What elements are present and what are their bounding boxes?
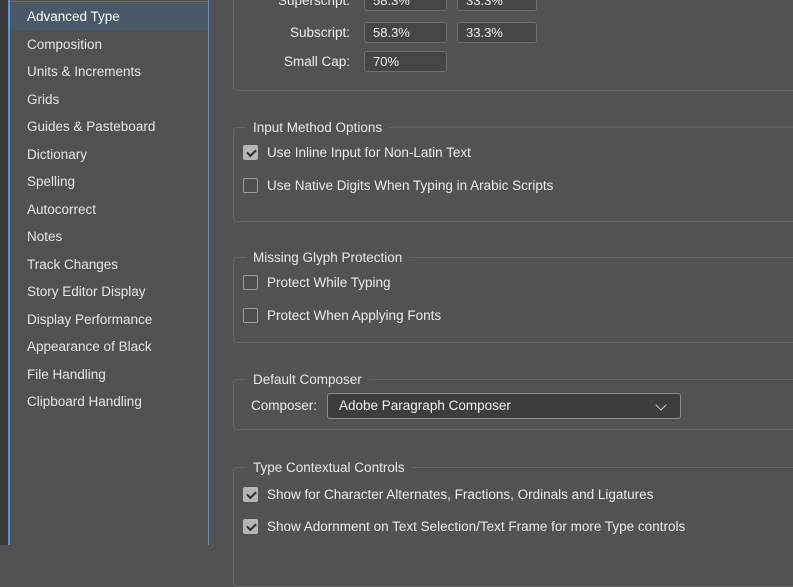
type-contextual-controls-title: Type Contextual Controls — [246, 459, 412, 476]
sidebar-item-composition[interactable]: Composition — [10, 31, 208, 59]
composer-select[interactable]: Adobe Paragraph Composer — [327, 393, 681, 419]
protect-while-typing-checkbox[interactable] — [243, 275, 258, 290]
show-character-alternates-label[interactable]: Show for Character Alternates, Fractions… — [267, 487, 653, 503]
protect-when-applying-fonts-checkbox[interactable] — [243, 308, 258, 323]
sidebar-item-clipboard-handling[interactable]: Clipboard Handling — [10, 388, 208, 416]
check-icon — [246, 488, 257, 500]
show-character-alternates-checkbox[interactable] — [243, 487, 258, 502]
subscript-size-field[interactable] — [364, 22, 447, 43]
character-settings-group — [233, 0, 793, 91]
show-adornment-label[interactable]: Show Adornment on Text Selection/Text Fr… — [267, 519, 685, 535]
sidebar-item-dictionary[interactable]: Dictionary — [10, 141, 208, 169]
sidebar-item-advanced-type[interactable]: Advanced Type — [10, 3, 208, 31]
sidebar-item-track-changes[interactable]: Track Changes — [10, 251, 208, 279]
missing-glyph-protection-group: Missing Glyph Protection — [233, 249, 793, 343]
list-divider — [10, 1, 208, 2]
subscript-label: Subscript: — [289, 25, 350, 40]
chevron-down-icon — [655, 399, 667, 411]
advanced-type-panel: Superscript: Subscript: Small Cap: Input… — [210, 0, 793, 587]
sidebar-item-spelling[interactable]: Spelling — [10, 168, 208, 196]
check-icon — [246, 146, 257, 158]
sidebar-item-file-handling[interactable]: File Handling — [10, 361, 208, 389]
subscript-position-field[interactable] — [457, 22, 537, 43]
input-method-options-title: Input Method Options — [246, 119, 390, 136]
superscript-label: Superscript: — [277, 0, 350, 8]
input-method-options-group: Input Method Options — [233, 119, 793, 222]
preferences-category-list: Advanced Type Composition Units & Incremen… — [8, 0, 209, 545]
protect-when-applying-fonts-label[interactable]: Protect When Applying Fonts — [267, 308, 441, 324]
sidebar-item-story-editor-display[interactable]: Story Editor Display — [10, 278, 208, 306]
missing-glyph-protection-title: Missing Glyph Protection — [246, 249, 410, 266]
small-cap-label: Small Cap: — [283, 54, 350, 69]
superscript-position-field[interactable] — [457, 0, 537, 11]
sidebar-item-guides-pasteboard[interactable]: Guides & Pasteboard — [10, 113, 208, 141]
sidebar-item-notes[interactable]: Notes — [10, 223, 208, 251]
use-native-digits-checkbox[interactable] — [243, 178, 258, 193]
default-composer-title: Default Composer — [246, 371, 369, 388]
protect-while-typing-label[interactable]: Protect While Typing — [267, 275, 391, 291]
use-inline-input-label[interactable]: Use Inline Input for Non-Latin Text — [267, 145, 471, 161]
sidebar-item-autocorrect[interactable]: Autocorrect — [10, 196, 208, 224]
composer-label: Composer: — [250, 398, 317, 413]
check-icon — [246, 520, 257, 532]
use-native-digits-label[interactable]: Use Native Digits When Typing in Arabic … — [267, 178, 553, 194]
sidebar-item-appearance-of-black[interactable]: Appearance of Black — [10, 333, 208, 361]
small-cap-size-field[interactable] — [364, 51, 447, 72]
sidebar-item-display-performance[interactable]: Display Performance — [10, 306, 208, 334]
composer-select-value: Adobe Paragraph Composer — [339, 398, 511, 413]
window-left-edge — [0, 0, 8, 545]
sidebar-item-units-increments[interactable]: Units & Increments — [10, 58, 208, 86]
show-adornment-checkbox[interactable] — [243, 519, 258, 534]
sidebar-item-grids[interactable]: Grids — [10, 86, 208, 114]
use-inline-input-checkbox[interactable] — [243, 145, 258, 160]
superscript-size-field[interactable] — [364, 0, 447, 11]
